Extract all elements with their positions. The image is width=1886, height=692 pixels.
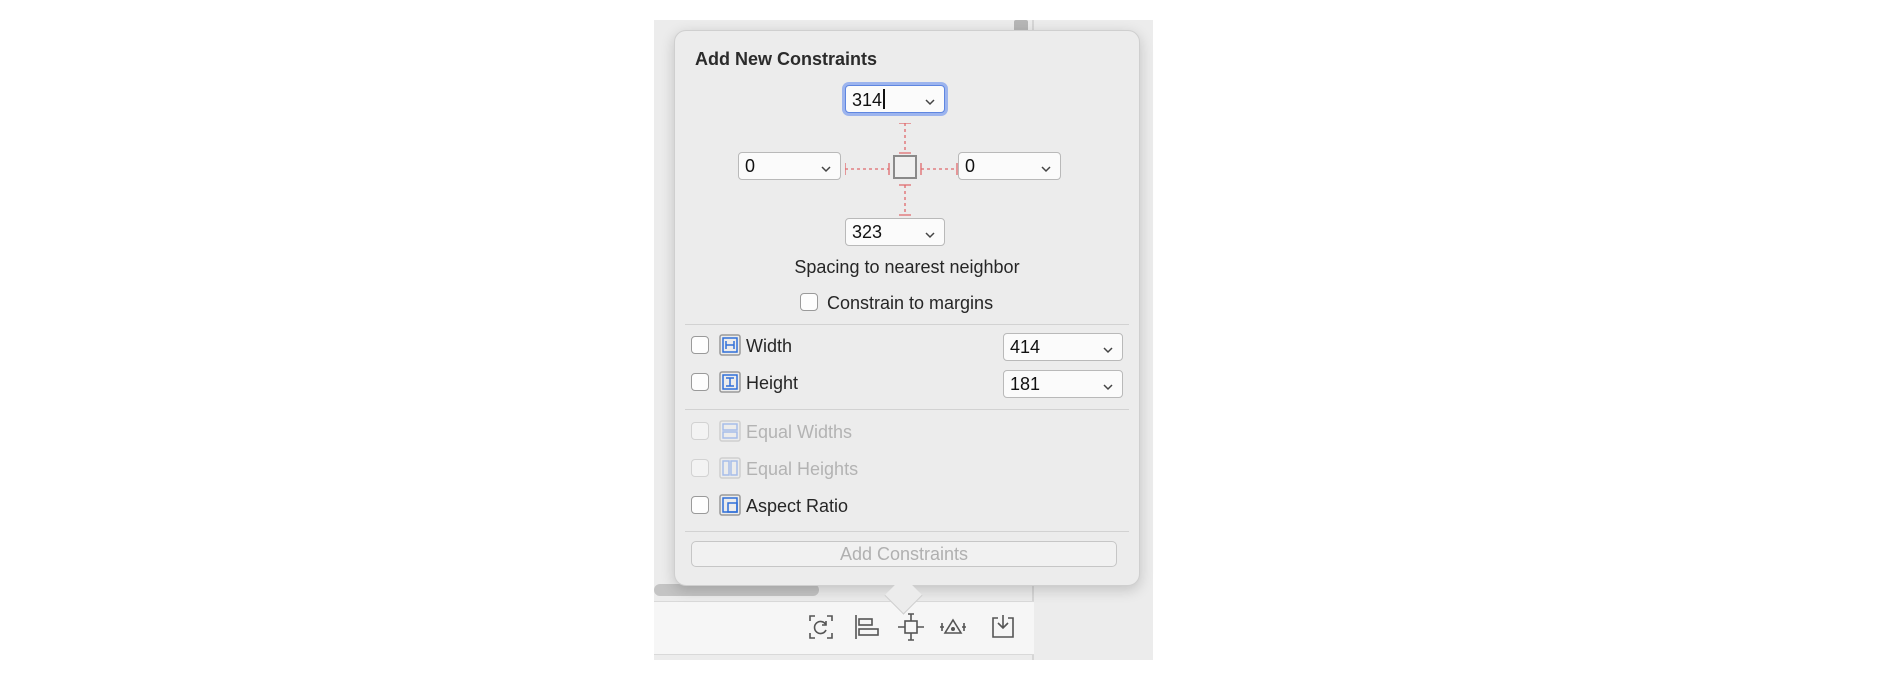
equal-heights-label: Equal Heights (746, 459, 859, 479)
align-icon[interactable] (852, 612, 882, 642)
section-divider (685, 324, 1129, 325)
bottom-spacing-value: 323 (852, 222, 883, 242)
text-caret (883, 89, 885, 109)
aspect-ratio-icon (719, 494, 741, 516)
width-checkbox[interactable] (691, 336, 709, 354)
height-label: Height (746, 373, 799, 393)
section-divider (685, 409, 1129, 410)
equal-widths-icon (719, 420, 741, 442)
width-label: Width (746, 336, 793, 356)
leading-spacing-field[interactable]: 0 (738, 152, 841, 180)
chevron-down-icon[interactable] (924, 225, 936, 239)
constrain-to-margins-checkbox[interactable] (800, 293, 818, 311)
popover-title: Add New Constraints (695, 49, 878, 69)
constrain-to-margins-label: Constrain to margins (827, 293, 994, 313)
update-frames-icon[interactable] (806, 612, 836, 642)
trailing-spacing-field[interactable]: 0 (958, 152, 1061, 180)
section-divider (685, 531, 1129, 532)
width-constraint-icon (719, 334, 741, 356)
aspect-ratio-label: Aspect Ratio (746, 496, 849, 516)
equal-heights-icon (719, 457, 741, 479)
spacing-caption: Spacing to nearest neighbor (794, 257, 1020, 277)
selected-view-box[interactable] (893, 155, 917, 179)
embed-in-icon[interactable] (988, 612, 1018, 642)
height-value-field[interactable]: 181 (1003, 370, 1123, 398)
canvas-bottom-toolbar (654, 601, 1034, 655)
add-constraints-icon[interactable] (896, 612, 926, 642)
resolve-issues-icon[interactable] (938, 612, 968, 642)
chevron-down-icon[interactable] (1102, 377, 1114, 391)
bottom-spacing-field[interactable]: 323 (845, 218, 945, 246)
equal-widths-label: Equal Widths (746, 422, 853, 442)
height-constraint-icon (719, 371, 741, 393)
aspect-ratio-checkbox[interactable] (691, 496, 709, 514)
leading-spacing-value: 0 (745, 156, 756, 176)
top-spacing-value: 314 (852, 90, 883, 110)
add-constraints-button[interactable]: Add Constraints (691, 541, 1117, 567)
height-value: 181 (1010, 374, 1041, 394)
add-new-constraints-popover: Add New Constraints 314 0 0 323 Spacing … (674, 30, 1140, 586)
width-value-field[interactable]: 414 (1003, 333, 1123, 361)
equal-widths-checkbox (691, 422, 709, 440)
height-checkbox[interactable] (691, 373, 709, 391)
chevron-down-icon[interactable] (1102, 340, 1114, 354)
width-value: 414 (1010, 337, 1041, 357)
chevron-down-icon[interactable] (1040, 159, 1052, 173)
top-spacing-field[interactable]: 314 (845, 85, 945, 113)
chevron-down-icon[interactable] (820, 159, 832, 173)
equal-heights-checkbox (691, 459, 709, 477)
chevron-down-icon[interactable] (924, 92, 936, 106)
